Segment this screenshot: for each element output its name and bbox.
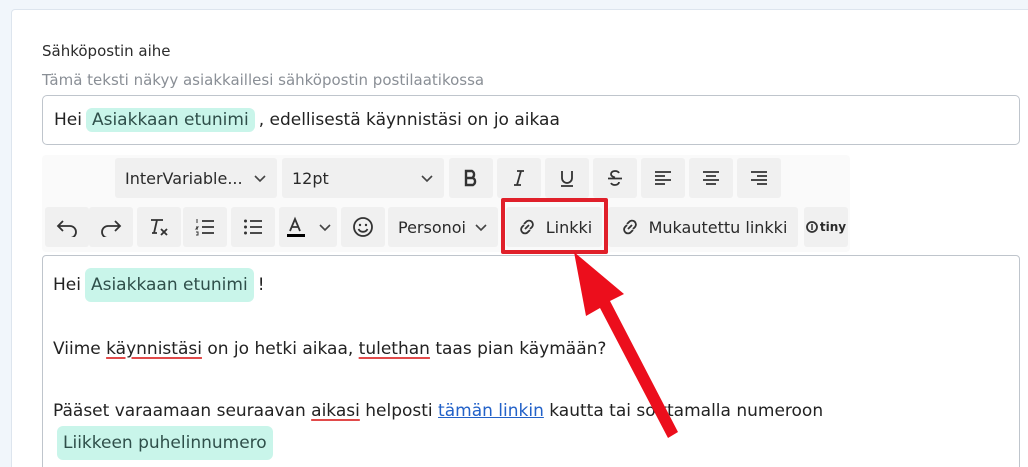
- bold-icon: [461, 168, 481, 188]
- chevron-down-icon: [420, 171, 434, 185]
- font-size-select[interactable]: 12pt: [282, 158, 444, 198]
- editor-line-booking: Pääset varaamaan seuraavan aikasi helpos…: [53, 396, 988, 460]
- emoji-icon: [352, 216, 374, 238]
- subject-input[interactable]: Hei Asiakkaan etunimi , edellisestä käyn…: [42, 95, 1020, 145]
- align-center-icon: [701, 168, 721, 188]
- underline-icon: [557, 168, 577, 188]
- link-icon: [619, 216, 641, 238]
- chevron-down-icon: [253, 171, 267, 185]
- underline-button[interactable]: [545, 158, 589, 198]
- redo-icon: [100, 217, 122, 237]
- subject-hint: Tämä teksti näkyy asiakkaillesi sähköpos…: [42, 71, 485, 89]
- italic-button[interactable]: [497, 158, 541, 198]
- align-left-icon: [653, 168, 673, 188]
- redo-button[interactable]: [89, 207, 133, 247]
- clear-format-icon: [148, 216, 170, 238]
- link-button[interactable]: Linkki: [506, 207, 602, 247]
- spellcheck-word: käynnistäsi: [106, 339, 202, 359]
- tiny-branding[interactable]: tiny: [804, 207, 848, 247]
- booking-link[interactable]: tämän linkin: [438, 401, 544, 421]
- tiny-label: tiny: [819, 220, 847, 234]
- bullet-list-button[interactable]: [231, 207, 275, 247]
- clear-format-button[interactable]: [137, 207, 181, 247]
- chevron-down-icon: [474, 220, 488, 234]
- custom-link-button[interactable]: Mukautettu linkki: [608, 207, 798, 247]
- bold-button[interactable]: [449, 158, 493, 198]
- editor-line-greeting: Hei Asiakkaan etunimi!: [53, 268, 1009, 302]
- personalize-dropdown[interactable]: Personoi: [388, 207, 498, 247]
- numbered-list-button[interactable]: [183, 207, 227, 247]
- font-size-value: 12pt: [292, 168, 329, 188]
- personalize-label: Personoi: [398, 217, 466, 237]
- spellcheck-word: aikasi: [311, 401, 360, 421]
- bullet-list-icon: [242, 216, 264, 238]
- subject-text-after: , edellisestä käynnistäsi on jo aikaa: [258, 110, 560, 130]
- align-right-icon: [749, 168, 769, 188]
- font-family-select[interactable]: InterVariable...: [115, 158, 277, 198]
- align-left-button[interactable]: [641, 158, 685, 198]
- spellcheck-word: tulethan: [358, 339, 430, 359]
- editor-line-reminder: Viime käynnistäsi on jo hetki aikaa, tul…: [53, 339, 607, 359]
- subject-text-before: Hei: [54, 110, 82, 130]
- italic-icon: [509, 168, 529, 188]
- tiny-logo-icon: [805, 221, 818, 233]
- font-family-value: InterVariable...: [125, 168, 243, 188]
- subject-chip-first-name[interactable]: Asiakkaan etunimi: [85, 108, 255, 132]
- chevron-down-icon: [318, 220, 332, 234]
- numbered-list-icon: [194, 216, 216, 238]
- custom-link-label: Mukautettu linkki: [648, 217, 788, 237]
- link-label: Linkki: [545, 217, 593, 237]
- undo-button[interactable]: [45, 207, 89, 247]
- subject-label: Sähköpostin aihe: [42, 42, 171, 60]
- emoji-button[interactable]: [341, 207, 385, 247]
- text-color-icon: [285, 216, 307, 238]
- text-color-button[interactable]: [279, 207, 337, 247]
- undo-icon: [56, 217, 78, 237]
- editor-chip-first-name[interactable]: Asiakkaan etunimi: [84, 268, 254, 302]
- email-body-editor[interactable]: Hei Asiakkaan etunimi! Viime käynnistäsi …: [42, 255, 1020, 467]
- strikethrough-icon: [605, 168, 625, 188]
- link-icon: [516, 216, 538, 238]
- align-center-button[interactable]: [689, 158, 733, 198]
- align-right-button[interactable]: [737, 158, 781, 198]
- editor-chip-phone[interactable]: Liikkeen puhelinnumero: [57, 426, 273, 460]
- strikethrough-button[interactable]: [593, 158, 637, 198]
